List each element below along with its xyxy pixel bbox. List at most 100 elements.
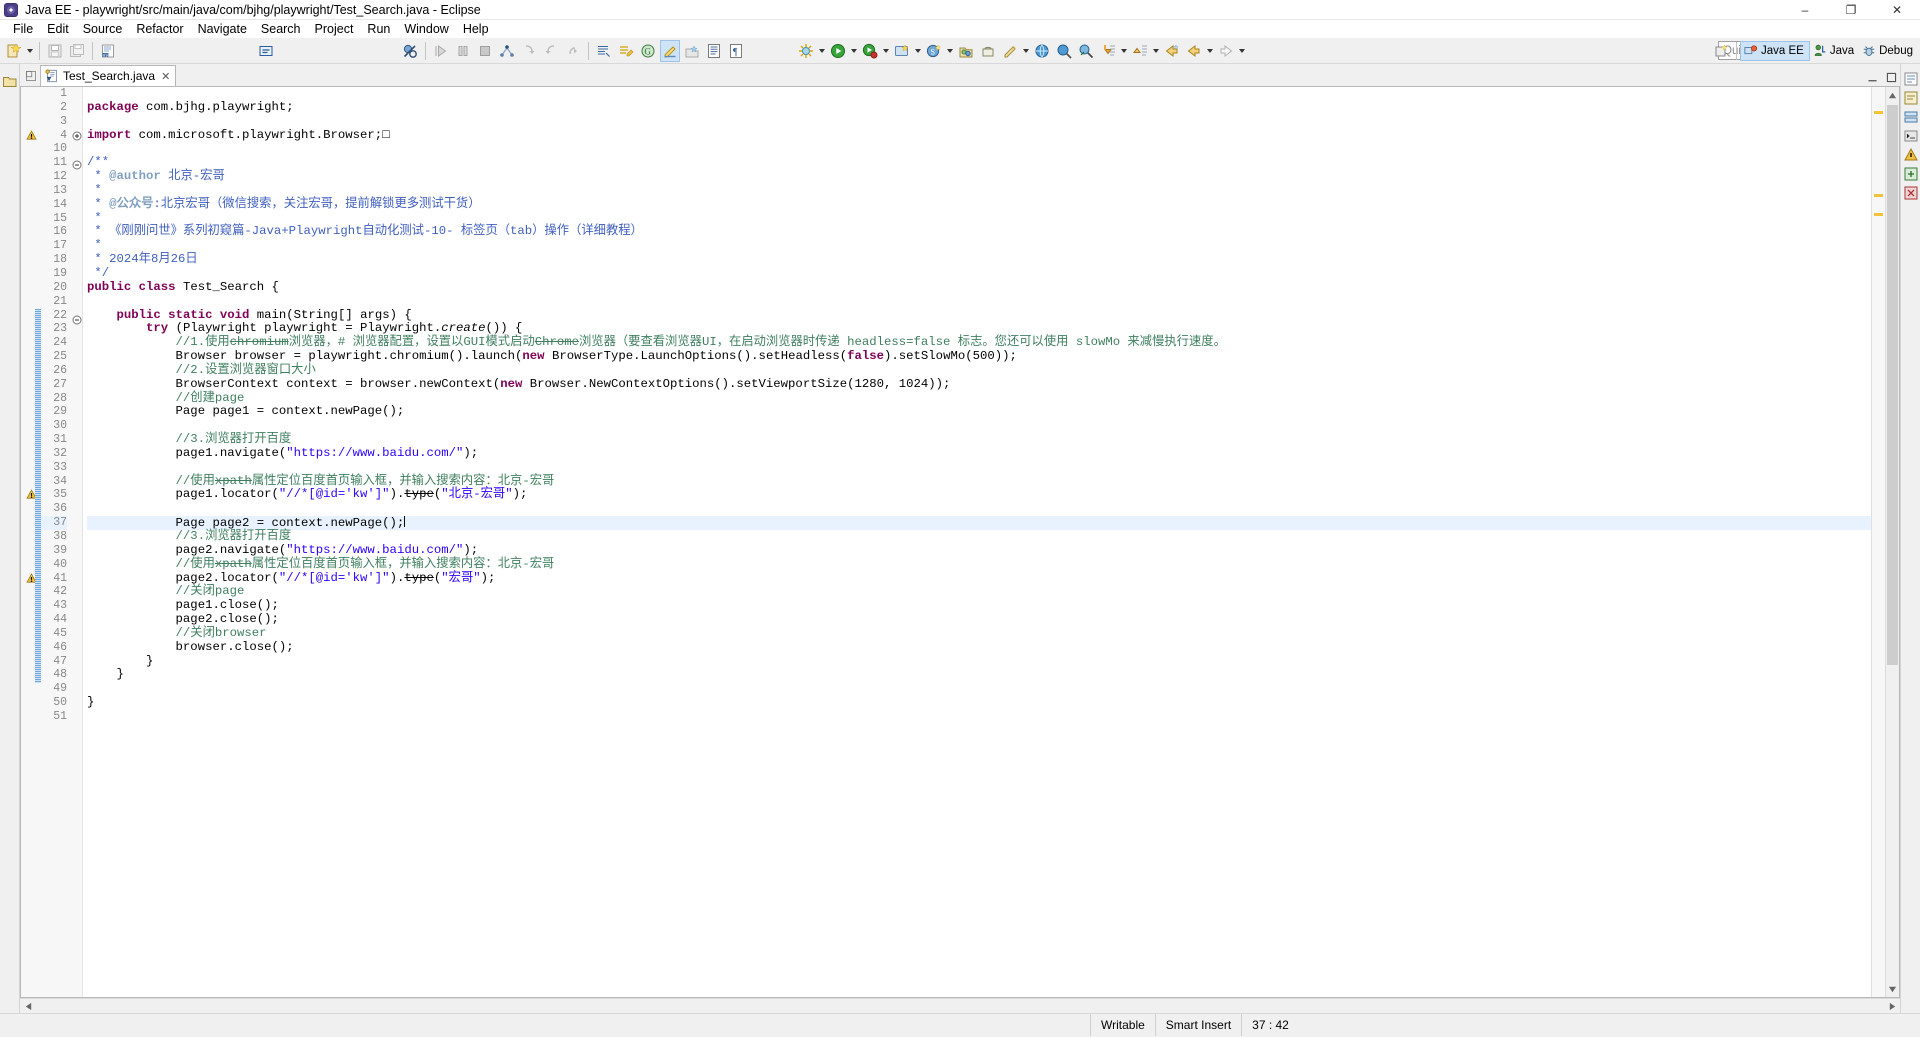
save-icon[interactable]	[45, 40, 65, 62]
outline-view-icon[interactable]	[1903, 71, 1919, 87]
close-icon[interactable]: ✕	[161, 70, 170, 83]
menu-project[interactable]: Project	[308, 21, 361, 37]
menu-edit[interactable]: Edit	[40, 21, 76, 37]
code-line[interactable]: //创建page	[87, 391, 1871, 406]
next-member-icon[interactable]	[1098, 40, 1118, 62]
code-line[interactable]	[87, 682, 1871, 696]
last-edit-location-icon[interactable]	[616, 40, 636, 62]
code-line[interactable]: //1.使用chromium浏览器，# 浏览器配置，设置以GUI模式启动Chro…	[87, 335, 1871, 350]
forward-dropdown[interactable]	[1237, 40, 1247, 62]
toggle-comment-icon[interactable]	[256, 40, 276, 62]
new-wizard-icon[interactable]	[4, 40, 24, 62]
run-icon[interactable]	[828, 40, 848, 62]
new-java-class-icon[interactable]	[978, 40, 998, 62]
run-resume-icon[interactable]	[431, 40, 451, 62]
step-return-icon[interactable]	[563, 40, 583, 62]
code-line[interactable]: * 《刚刚问世》系列初窥篇-Java+Playwright自动化测试-10- 标…	[87, 225, 1871, 239]
perspective-java-ee[interactable]: Java EE	[1739, 41, 1810, 61]
open-web-browser-icon[interactable]	[1032, 40, 1052, 62]
menu-help[interactable]: Help	[456, 21, 496, 37]
editor-vertical-scrollbar[interactable]	[1885, 87, 1899, 997]
scroll-up-icon[interactable]	[1886, 87, 1899, 103]
fold-toggle-icon[interactable]	[71, 131, 82, 145]
close-button[interactable]: ✕	[1874, 0, 1920, 20]
menu-run[interactable]: Run	[360, 21, 397, 37]
scroll-down-icon[interactable]	[1886, 981, 1899, 997]
code-line[interactable]: */	[87, 266, 1871, 281]
maximize-button[interactable]: ❐	[1828, 0, 1874, 20]
previous-member-icon[interactable]	[1130, 40, 1150, 62]
code-line[interactable]: * 2024年8月26日	[87, 252, 1871, 267]
scroll-right-icon[interactable]	[1884, 999, 1900, 1014]
snippets-view-icon[interactable]	[1903, 166, 1919, 182]
code-line[interactable]: }	[87, 695, 1871, 710]
editor-folding-ruler[interactable]	[71, 87, 83, 997]
code-line[interactable]: * @author 北京-宏哥	[87, 169, 1871, 184]
new-annotation-dropdown[interactable]	[1021, 40, 1031, 62]
warning-marker-icon[interactable]	[21, 129, 41, 143]
external-tools-dropdown[interactable]	[817, 40, 827, 62]
problems-view-icon[interactable]	[1903, 147, 1919, 163]
new-server-dropdown[interactable]	[945, 40, 955, 62]
code-line[interactable]	[87, 87, 1871, 101]
menu-window[interactable]: Window	[397, 21, 455, 37]
new-wizard-dropdown[interactable]	[25, 40, 35, 62]
code-line[interactable]: Browser browser = playwright.chromium().…	[87, 349, 1871, 364]
run-on-server-icon[interactable]	[892, 40, 912, 62]
previous-member-dropdown[interactable]	[1151, 40, 1161, 62]
menu-source[interactable]: Source	[76, 21, 130, 37]
code-line[interactable]: *	[87, 238, 1871, 253]
run-dropdown[interactable]	[849, 40, 859, 62]
code-line[interactable]: //关闭page	[87, 584, 1871, 599]
code-line[interactable]: //3.浏览器打开百度	[87, 529, 1871, 544]
code-line[interactable]: }	[87, 654, 1871, 669]
code-line[interactable]: //3.浏览器打开百度	[87, 432, 1871, 447]
maximize-editor-icon[interactable]	[1885, 71, 1898, 84]
minimize-button[interactable]: –	[1782, 0, 1828, 20]
skip-all-breakpoints-icon[interactable]	[400, 40, 420, 62]
code-line[interactable]: //2.设置浏览器窗口大小	[87, 363, 1871, 378]
debug-icon[interactable]	[860, 40, 880, 62]
code-line[interactable]	[87, 710, 1871, 724]
code-line[interactable]: BrowserContext context = browser.newCont…	[87, 377, 1871, 392]
external-tools-icon[interactable]	[796, 40, 816, 62]
next-member-dropdown[interactable]	[1119, 40, 1129, 62]
code-line[interactable]: public static void main(String[] args) {	[87, 308, 1871, 323]
save-all-icon[interactable]	[67, 40, 87, 62]
disconnect-icon[interactable]	[497, 40, 517, 62]
code-line[interactable]: page2.close();	[87, 612, 1871, 627]
menu-search[interactable]: Search	[254, 21, 308, 37]
restore-package-explorer-icon[interactable]	[2, 73, 18, 89]
scroll-left-icon[interactable]	[20, 999, 36, 1014]
editor-marker-ruler[interactable]	[21, 87, 41, 997]
markers-view-icon[interactable]	[1903, 185, 1919, 201]
console-view-icon[interactable]	[1903, 128, 1919, 144]
source-editor[interactable]: 1 2 3 4 10 11 12 13 14 15 16 17 18 19 20 21 22 23 24 25 26 27…	[20, 86, 1900, 998]
overview-warning-mark[interactable]	[1874, 213, 1883, 216]
new-annotation-icon[interactable]	[1000, 40, 1020, 62]
code-line[interactable]: page1.locator("//*[@id='kw']").type("北京-…	[87, 488, 1871, 502]
code-line[interactable]	[87, 115, 1871, 129]
fold-toggle-icon[interactable]	[71, 160, 82, 174]
open-perspective-icon[interactable]	[1711, 41, 1733, 61]
code-line[interactable]: Page page1 = context.newPage();	[87, 404, 1871, 419]
horizontal-scrollbar-thumb[interactable]	[36, 1000, 1466, 1012]
minimize-editor-icon[interactable]	[1866, 71, 1879, 84]
step-into-icon[interactable]	[519, 40, 539, 62]
code-line[interactable]: //使用xpath属性定位百度首页输入框，并输入搜索内容：北京-宏哥	[87, 557, 1871, 572]
code-line[interactable]: }	[87, 668, 1871, 682]
code-line[interactable]: page1.close();	[87, 598, 1871, 613]
back-dropdown[interactable]	[1205, 40, 1215, 62]
code-line[interactable]: /**	[87, 155, 1871, 170]
menu-navigate[interactable]: Navigate	[191, 21, 254, 37]
step-over-icon[interactable]	[541, 40, 561, 62]
task-list-icon[interactable]	[1903, 90, 1919, 106]
code-line[interactable]: import com.microsoft.playwright.Browser;…	[87, 128, 1871, 143]
code-line[interactable]: page2.navigate("https://www.baidu.com/")…	[87, 543, 1871, 558]
show-source-icon[interactable]	[704, 40, 724, 62]
new-server-icon[interactable]: S	[924, 40, 944, 62]
open-task-icon[interactable]	[682, 40, 702, 62]
code-line[interactable]: //关闭browser	[87, 626, 1871, 641]
print-icon[interactable]: 010	[98, 40, 118, 62]
code-line[interactable]	[87, 142, 1871, 156]
